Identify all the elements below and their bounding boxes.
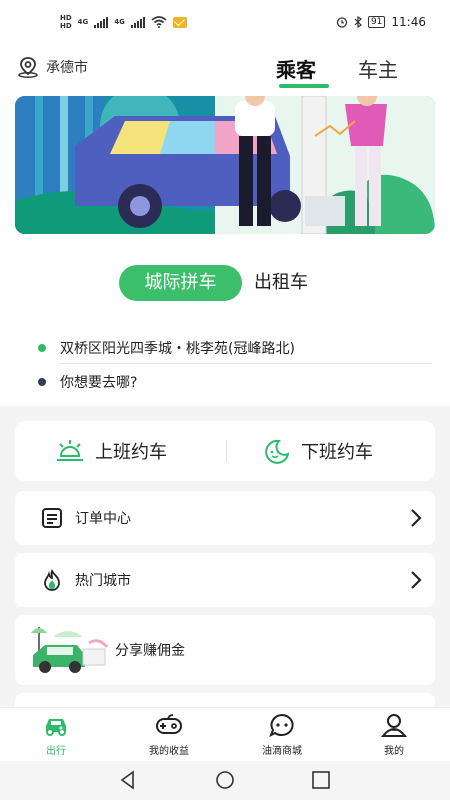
share-commission-label: 分享赚佣金 <box>115 643 185 659</box>
route-divider <box>60 363 432 364</box>
clock: 11:46 <box>391 15 426 29</box>
hd-label-1: HD <box>60 14 72 22</box>
ride-mode-switch: 城际拼车 出租车 <box>0 256 450 316</box>
mode-taxi[interactable]: 出租车 <box>254 265 308 301</box>
system-navigation-bar <box>0 761 450 800</box>
share-commission-item[interactable]: 分享赚佣金 <box>15 615 435 685</box>
gamepad-icon <box>156 714 182 734</box>
order-center-item[interactable]: 订单中心 <box>15 491 435 545</box>
bottom-navigation: 出行 我的收益 油滴商城 我的 <box>0 707 450 761</box>
chevron-right-icon <box>411 509 422 527</box>
document-icon <box>42 508 62 528</box>
commute-home-label: 下班约车 <box>301 442 373 463</box>
bluetooth-icon <box>354 16 362 28</box>
promo-banner[interactable] <box>15 96 435 234</box>
car-illustration <box>31 627 109 673</box>
nav-mall-label: 油滴商城 <box>262 746 302 757</box>
destination-placeholder: 你想要去哪? <box>60 375 138 391</box>
moon-icon <box>265 439 290 464</box>
commute-home-button[interactable]: 下班约车 <box>261 421 373 481</box>
battery-icon: 91 <box>367 16 386 28</box>
commute-to-work-label: 上班约车 <box>95 442 167 463</box>
order-center-label: 订单中心 <box>75 511 131 527</box>
pickup-address: 双桥区阳光四季城・桃李苑(冠峰路北) <box>60 341 295 357</box>
nav-profile[interactable]: 我的 <box>349 712 439 760</box>
alarm-icon <box>336 17 348 28</box>
pickup-dot-icon <box>38 344 46 352</box>
pickup-location[interactable]: 双桥区阳光四季城・桃李苑(冠峰路北) <box>38 338 295 358</box>
car-icon <box>46 719 66 736</box>
tab-underline <box>279 84 329 88</box>
wifi-icon <box>151 16 167 28</box>
chat-bubble-icon <box>269 713 294 738</box>
status-bar: HD HD 4G 4G 91 11:46 <box>0 0 450 44</box>
nav-profile-label: 我的 <box>384 746 404 757</box>
back-icon[interactable] <box>117 769 139 791</box>
nav-earnings-label: 我的收益 <box>149 746 189 757</box>
commute-to-work-button[interactable]: 上班约车 <box>55 421 167 481</box>
banner-section <box>0 96 450 256</box>
tab-passenger[interactable]: 乘客 <box>276 54 316 83</box>
header: 承德市 乘客 车主 <box>0 44 450 96</box>
nav-travel-label: 出行 <box>46 746 66 757</box>
signal-icon <box>94 16 109 28</box>
commute-card: 上班约车 下班约车 <box>15 421 435 481</box>
hd-label-2: HD <box>60 22 72 30</box>
car-banner-illustration <box>15 96 435 234</box>
hot-cities-label: 热门城市 <box>75 573 131 589</box>
destination-input[interactable]: 你想要去哪? <box>38 372 137 392</box>
home-icon[interactable] <box>214 769 236 791</box>
network-label-2: 4G <box>114 18 125 26</box>
chevron-right-icon <box>411 571 422 589</box>
network-label-1: 4G <box>77 18 89 26</box>
mail-notification-icon <box>172 16 187 28</box>
signal-icon <box>130 16 145 28</box>
destination-dot-icon <box>38 378 46 386</box>
hd-indicator: HD HD <box>60 14 72 30</box>
hot-cities-item[interactable]: 热门城市 <box>15 553 435 607</box>
nav-earnings[interactable]: 我的收益 <box>124 712 214 760</box>
sunrise-icon <box>57 440 83 461</box>
user-icon <box>380 714 408 737</box>
nav-mall[interactable]: 油滴商城 <box>237 712 327 760</box>
commute-divider <box>226 440 227 462</box>
mode-intercity-carpool[interactable]: 城际拼车 <box>119 265 242 301</box>
fire-icon <box>44 569 60 591</box>
city-name: 承德市 <box>46 60 88 76</box>
city-selector[interactable]: 承德市 <box>16 56 88 78</box>
location-pin-icon <box>18 57 38 78</box>
nav-travel[interactable]: 出行 <box>11 712 101 760</box>
recents-icon[interactable] <box>310 769 332 791</box>
route-section: 双桥区阳光四季城・桃李苑(冠峰路北) 你想要去哪? <box>0 316 450 406</box>
tab-driver[interactable]: 车主 <box>358 54 398 83</box>
